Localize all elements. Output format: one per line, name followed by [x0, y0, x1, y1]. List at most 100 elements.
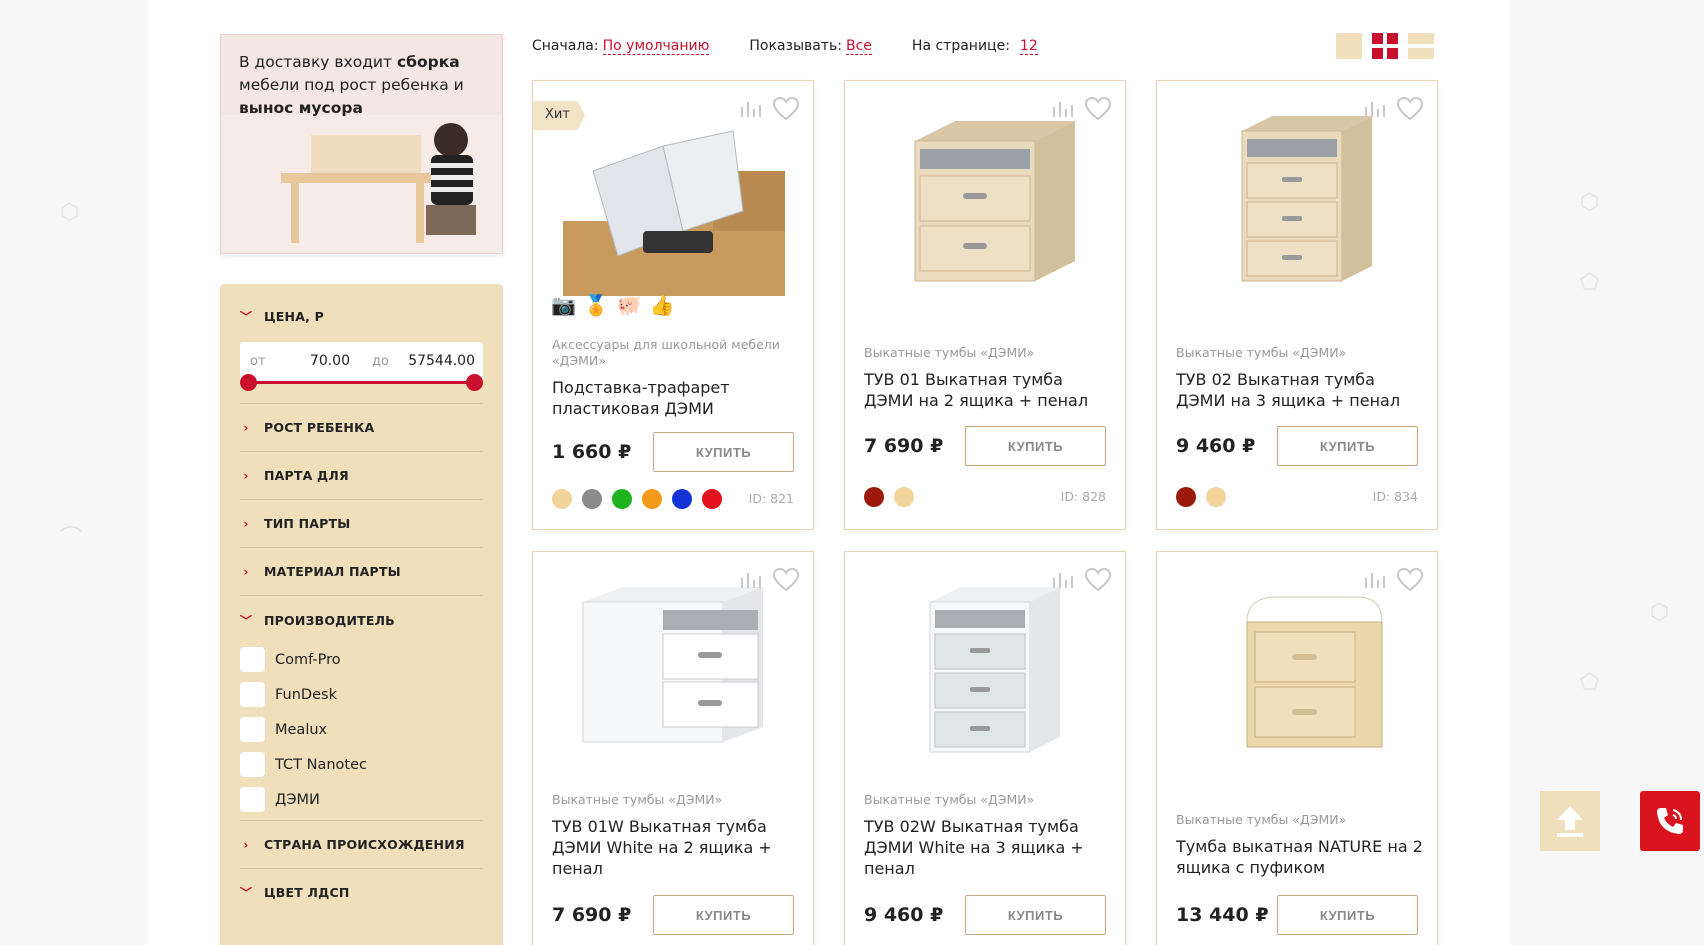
bg-decoration: ⬡ [1650, 600, 1670, 625]
compare-icon[interactable] [1363, 99, 1385, 119]
checkbox[interactable] [240, 787, 265, 812]
compare-icon[interactable] [1363, 570, 1385, 590]
color-swatch[interactable] [672, 489, 692, 509]
filter-section-desk-type[interactable]: › ТИП ПАРТЫ [240, 516, 350, 531]
filter-section-color[interactable]: ﹀ ЦВЕТ ЛДСП [240, 884, 350, 901]
price-from-input[interactable]: 70.00 [300, 353, 350, 369]
award-icon: 🏅 [583, 293, 609, 317]
catalog-page: В доставку входит сборка мебели под рост… [148, 0, 1510, 945]
color-swatch[interactable] [702, 489, 722, 509]
color-swatch[interactable] [612, 489, 632, 509]
call-button[interactable] [1640, 791, 1700, 851]
perpage-select[interactable]: 12 [1019, 38, 1038, 55]
sort-select[interactable]: По умолчанию [602, 38, 710, 55]
product-image[interactable] [875, 582, 1097, 767]
product-title[interactable]: Подставка-трафарет пластиковая ДЭМИ [552, 377, 802, 419]
buy-button[interactable]: КУПИТЬ [1277, 895, 1418, 935]
price-slider-min-handle[interactable] [240, 374, 257, 391]
compare-icon[interactable] [739, 99, 761, 119]
card-tools [739, 97, 799, 121]
product-image[interactable] [875, 111, 1097, 296]
product-title[interactable]: ТУВ 02 Выкатная тумба ДЭМИ на 3 ящика + … [1176, 369, 1426, 411]
buy-button[interactable]: КУПИТЬ [1277, 426, 1418, 466]
product-image[interactable] [1187, 111, 1409, 296]
filter-section-child-height[interactable]: › РОСТ РЕБЕНКА [240, 420, 374, 435]
perpage-label: На странице: [911, 38, 1010, 54]
bg-decoration: ⌒ [60, 526, 83, 551]
filter-section-manufacturer[interactable]: ﹀ ПРОИЗВОДИТЕЛЬ [240, 612, 395, 629]
manufacturer-option[interactable]: Mealux [240, 717, 327, 742]
product-price: 9 460 ₽ [1176, 435, 1256, 457]
color-swatch[interactable] [582, 489, 602, 509]
color-swatch[interactable] [894, 487, 914, 507]
product-price: 7 690 ₽ [864, 435, 944, 457]
filter-section-desk-for[interactable]: › ПАРТА ДЛЯ [240, 468, 349, 483]
thumbs-up-icon: 👍 [649, 293, 675, 317]
divider [240, 451, 483, 452]
grid-small-view-icon[interactable] [1372, 33, 1398, 59]
product-image[interactable] [1187, 582, 1409, 767]
show-select[interactable]: Все [846, 38, 872, 55]
product-category[interactable]: Выкатные тумбы «ДЭМИ» [552, 792, 792, 808]
buy-button[interactable]: КУПИТЬ [653, 895, 794, 935]
buy-button[interactable]: КУПИТЬ [965, 426, 1106, 466]
checkbox[interactable] [240, 647, 265, 672]
chevron-right-icon: › [243, 516, 249, 531]
product-title[interactable]: Тумба выкатная NATURE на 2 ящика с пуфик… [1176, 836, 1426, 878]
color-swatch[interactable] [1176, 487, 1196, 507]
heart-icon[interactable] [773, 568, 799, 592]
filter-section-desk-material[interactable]: › МАТЕРИАЛ ПАРТЫ [240, 564, 401, 579]
chevron-right-icon: › [243, 468, 249, 483]
heart-icon[interactable] [1085, 97, 1111, 121]
heart-icon[interactable] [1397, 568, 1423, 592]
product-card[interactable]: Хит 📷 🏅 🐖 👍 Аксессуары для школьной мебе… [532, 80, 814, 530]
manufacturer-option[interactable]: ДЭМИ [240, 787, 320, 812]
product-category[interactable]: Выкатные тумбы «ДЭМИ» [864, 792, 1104, 808]
color-swatch[interactable] [552, 489, 572, 509]
product-image[interactable] [563, 111, 785, 296]
product-card[interactable]: Выкатные тумбы «ДЭМИ» Тумба выкатная NAT… [1156, 551, 1438, 945]
price-to-input[interactable]: 57544.00 [400, 353, 475, 369]
checkbox[interactable] [240, 682, 265, 707]
product-title[interactable]: ТУВ 02W Выкатная тумба ДЭМИ White на 3 я… [864, 816, 1114, 879]
checkbox[interactable] [240, 717, 265, 742]
product-category[interactable]: Выкатные тумбы «ДЭМИ» [1176, 812, 1416, 828]
price-range-box: от 70.00 до 57544.00 [240, 342, 483, 383]
compare-icon[interactable] [1051, 570, 1073, 590]
product-card[interactable]: Выкатные тумбы «ДЭМИ» ТУВ 01W Выкатная т… [532, 551, 814, 945]
manufacturer-option[interactable]: Comf-Pro [240, 647, 341, 672]
buy-button[interactable]: КУПИТЬ [653, 432, 794, 472]
grid-large-view-icon[interactable] [1336, 33, 1362, 59]
chevron-down-icon: ﹀ [240, 886, 253, 900]
heart-icon[interactable] [1085, 568, 1111, 592]
product-category[interactable]: Выкатные тумбы «ДЭМИ» [864, 345, 1104, 361]
product-image[interactable] [563, 582, 785, 767]
scroll-top-button[interactable] [1540, 791, 1600, 851]
product-title[interactable]: ТУВ 01 Выкатная тумба ДЭМИ на 2 ящика + … [864, 369, 1114, 411]
product-card[interactable]: Выкатные тумбы «ДЭМИ» ТУВ 02 Выкатная ту… [1156, 80, 1438, 530]
price-slider[interactable] [240, 374, 483, 391]
color-swatch[interactable] [1206, 487, 1226, 507]
product-card[interactable]: Выкатные тумбы «ДЭМИ» ТУВ 01 Выкатная ту… [844, 80, 1126, 530]
filter-price-header[interactable]: ﹀ ЦЕНА, Р [240, 308, 324, 325]
color-swatch[interactable] [864, 487, 884, 507]
product-title[interactable]: ТУВ 01W Выкатная тумба ДЭМИ White на 2 я… [552, 816, 802, 879]
filter-section-country[interactable]: › СТРАНА ПРОИСХОЖДЕНИЯ [240, 837, 465, 852]
promo-banner[interactable]: В доставку входит сборка мебели под рост… [220, 34, 503, 254]
heart-icon[interactable] [773, 97, 799, 121]
manufacturer-option[interactable]: FunDesk [240, 682, 337, 707]
bg-decoration: ⬠ [1580, 670, 1600, 695]
manufacturer-option[interactable]: TCT Nanotec [240, 752, 367, 777]
product-category[interactable]: Выкатные тумбы «ДЭМИ» [1176, 345, 1416, 361]
compare-icon[interactable] [739, 570, 761, 590]
checkbox[interactable] [240, 752, 265, 777]
list-view-icon[interactable] [1408, 33, 1434, 59]
compare-icon[interactable] [1051, 99, 1073, 119]
buy-button[interactable]: КУПИТЬ [965, 895, 1106, 935]
product-price: 13 440 ₽ [1176, 904, 1269, 926]
product-card[interactable]: Выкатные тумбы «ДЭМИ» ТУВ 02W Выкатная т… [844, 551, 1126, 945]
color-swatch[interactable] [642, 489, 662, 509]
price-slider-max-handle[interactable] [466, 374, 483, 391]
heart-icon[interactable] [1397, 97, 1423, 121]
product-category[interactable]: Аксессуары для школьной мебели «ДЭМИ» [552, 337, 792, 369]
